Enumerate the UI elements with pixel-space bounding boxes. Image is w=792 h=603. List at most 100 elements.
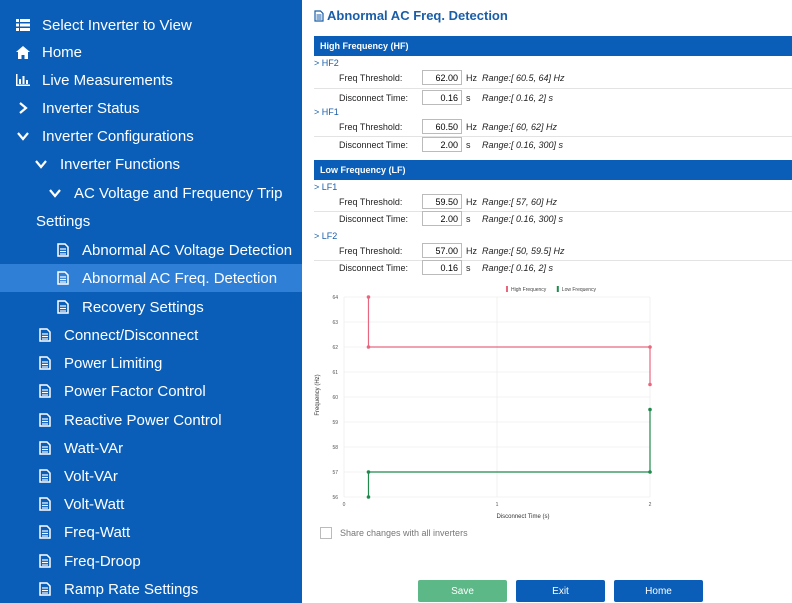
- sidebar-item-reactive[interactable]: Reactive Power Control: [0, 406, 302, 434]
- document-icon: [36, 439, 54, 457]
- disconnect-time-label: Disconnect Time:: [339, 140, 409, 150]
- hf1-label[interactable]: > HF1: [314, 107, 339, 117]
- document-icon: [36, 354, 54, 372]
- time-range: Range:[ 0.16, 2] s: [482, 263, 554, 273]
- lf1-time-row: Disconnect Time: s Range:[ 0.16, 300] s: [314, 210, 792, 228]
- select-inverter-item[interactable]: Select Inverter to View: [0, 11, 302, 39]
- chart-data-point: [366, 470, 371, 474]
- power-limiting-label: Power Limiting: [64, 354, 163, 372]
- sidebar-item-home[interactable]: Home: [0, 38, 302, 66]
- hf1-freq-row: Freq Threshold: Hz Range:[ 60, 62] Hz: [314, 118, 792, 136]
- home-label: Home: [42, 43, 83, 61]
- lf2-time-input[interactable]: [422, 260, 462, 275]
- document-icon: [54, 241, 72, 259]
- sidebar-item-settings[interactable]: Settings: [0, 207, 302, 235]
- chevron-down-icon: [46, 184, 64, 202]
- functions-label: Inverter Functions: [60, 155, 181, 173]
- time-unit: s: [466, 93, 471, 103]
- sidebar-item-ramp[interactable]: Ramp Rate Settings: [0, 575, 302, 603]
- freq-unit: Hz: [466, 122, 477, 132]
- chart-legend-swatch: [506, 286, 508, 292]
- sidebar-item-pf[interactable]: Power Factor Control: [0, 377, 302, 405]
- chart-y-tick-label: 64: [332, 295, 338, 301]
- document-icon: [36, 523, 54, 541]
- freq-range: Range:[ 50, 59.5] Hz: [482, 246, 565, 256]
- chart-legend-label: Low Frequency: [562, 287, 597, 293]
- save-button[interactable]: Save: [418, 580, 507, 602]
- time-range: Range:[ 0.16, 300] s: [482, 214, 564, 224]
- sidebar-item-acvft[interactable]: AC Voltage and Frequency Trip: [0, 179, 302, 207]
- share-checkbox[interactable]: [320, 527, 332, 539]
- chart-legend-label: High Frequency: [511, 287, 547, 293]
- hf2-time-input[interactable]: [422, 90, 462, 105]
- chart-x-axis-label: Disconnect Time (s): [496, 514, 549, 520]
- chevron-down-icon: [32, 155, 50, 173]
- sidebar-item-abn-freq[interactable]: Abnormal AC Freq. Detection: [0, 264, 302, 292]
- sidebar-item-recovery[interactable]: Recovery Settings: [0, 293, 302, 321]
- lf1-label[interactable]: > LF1: [314, 182, 337, 192]
- freq-threshold-label: Freq Threshold:: [339, 73, 403, 83]
- sidebar-item-power-limiting[interactable]: Power Limiting: [0, 349, 302, 377]
- sidebar-item-functions[interactable]: Inverter Functions: [0, 150, 302, 178]
- freq-unit: Hz: [466, 246, 477, 256]
- sidebar-item-volt-watt[interactable]: Volt-Watt: [0, 490, 302, 518]
- freq-threshold-label: Freq Threshold:: [339, 246, 403, 256]
- sidebar-item-status[interactable]: Inverter Status: [0, 94, 302, 122]
- status-label: Inverter Status: [42, 99, 140, 117]
- home-button[interactable]: Home: [614, 580, 703, 602]
- chevron-right-icon: [14, 99, 32, 117]
- chart-legend: High Frequency Low Frequency: [506, 286, 596, 293]
- sidebar-item-configs[interactable]: Inverter Configurations: [0, 122, 302, 150]
- lf1-time-input[interactable]: [422, 211, 462, 226]
- chart-data-point: [366, 495, 371, 499]
- disconnect-time-label: Disconnect Time:: [339, 263, 409, 273]
- sidebar-item-connect[interactable]: Connect/Disconnect: [0, 321, 302, 349]
- live-label: Live Measurements: [42, 71, 173, 89]
- recovery-label: Recovery Settings: [82, 298, 204, 316]
- chart-y-tick-label: 59: [332, 420, 338, 426]
- document-icon: [36, 467, 54, 485]
- chart-y-tick-label: 56: [332, 495, 338, 501]
- reactive-label: Reactive Power Control: [64, 411, 222, 429]
- chart-y-tick-label: 60: [332, 395, 338, 401]
- hf1-time-input[interactable]: [422, 137, 462, 152]
- share-changes[interactable]: Share changes with all inverters: [320, 527, 468, 539]
- sidebar-item-volt-var[interactable]: Volt-VAr: [0, 462, 302, 490]
- lf2-label[interactable]: > LF2: [314, 231, 337, 241]
- hf2-label[interactable]: > HF2: [314, 58, 339, 68]
- chart-x-tick-label: 1: [496, 502, 499, 508]
- exit-button[interactable]: Exit: [516, 580, 605, 602]
- lf2-freq-row: Freq Threshold: Hz Range:[ 50, 59.5] Hz: [314, 242, 792, 260]
- lf1-freq-input[interactable]: [422, 194, 462, 209]
- sidebar-item-live[interactable]: Live Measurements: [0, 66, 302, 94]
- hf1-freq-input[interactable]: [422, 119, 462, 134]
- hf-section-header: High Frequency (HF): [314, 36, 792, 56]
- page-title: Abnormal AC Freq. Detection: [314, 8, 508, 23]
- time-unit: s: [466, 214, 471, 224]
- pf-label: Power Factor Control: [64, 382, 206, 400]
- time-range: Range:[ 0.16, 2] s: [482, 93, 554, 103]
- configs-label: Inverter Configurations: [42, 127, 194, 145]
- connect-label: Connect/Disconnect: [64, 326, 199, 344]
- chart-y-tick-label: 62: [332, 345, 338, 351]
- lf2-freq-input[interactable]: [422, 243, 462, 258]
- chart-grid: [343, 296, 651, 498]
- freq-range: Range:[ 60, 62] Hz: [482, 122, 558, 132]
- hf1-time-row: Disconnect Time: s Range:[ 0.16, 300] s: [314, 136, 792, 154]
- document-icon: [54, 269, 72, 287]
- volt-watt-label: Volt-Watt: [64, 495, 125, 513]
- chart-axes: 56 57 58 59 60 61 62 63 64 0 1 2: [332, 295, 651, 508]
- volt-var-label: Volt-VAr: [64, 467, 118, 485]
- sidebar-item-watt-var[interactable]: Watt-VAr: [0, 434, 302, 462]
- freq-threshold-label: Freq Threshold:: [339, 122, 403, 132]
- freq-unit: Hz: [466, 197, 477, 207]
- ramp-label: Ramp Rate Settings: [64, 580, 199, 598]
- sidebar-item-freq-watt[interactable]: Freq-Watt: [0, 518, 302, 546]
- chart-y-axis-label: Frequency (Hz): [315, 374, 321, 415]
- sidebar-item-freq-droop[interactable]: Freq-Droop: [0, 547, 302, 575]
- sidebar-item-abn-voltage[interactable]: Abnormal AC Voltage Detection: [0, 236, 302, 264]
- share-label: Share changes with all inverters: [340, 528, 468, 538]
- settings-label: Settings: [36, 212, 91, 230]
- hf2-freq-input[interactable]: [422, 70, 462, 85]
- sidebar: Select Inverter to View Home Live Measur…: [0, 0, 302, 603]
